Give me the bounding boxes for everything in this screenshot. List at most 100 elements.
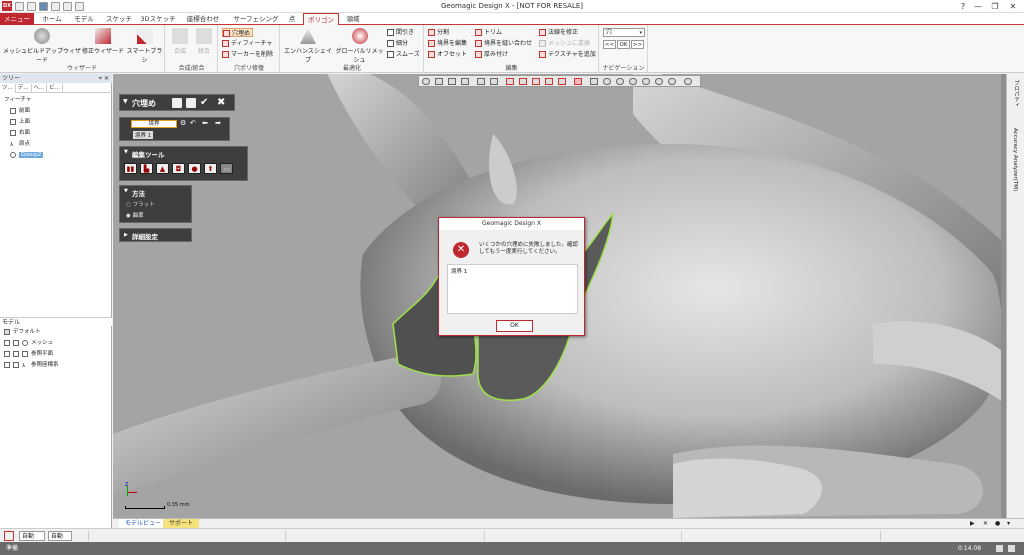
select-all-icon[interactable] bbox=[574, 78, 582, 85]
view-orient-icon[interactable] bbox=[422, 78, 430, 85]
details-section[interactable]: ▶ 詳細設定 bbox=[119, 228, 192, 242]
tab-point[interactable]: 点 bbox=[284, 13, 300, 25]
properties-tab[interactable]: プロパティ bbox=[1012, 80, 1020, 108]
split-button[interactable]: 分割 bbox=[428, 28, 449, 37]
model-item-ref-planes[interactable]: 参照平面 bbox=[4, 350, 53, 359]
offset-button[interactable]: オフセット bbox=[428, 50, 467, 59]
checkbox-icon[interactable] bbox=[13, 361, 19, 368]
model-item-mesh[interactable]: メッシュ bbox=[4, 339, 53, 348]
edit-tool-bridge-icon[interactable]: ▮▮ bbox=[124, 163, 137, 174]
method-curvature-radio[interactable]: ◉ 曲率 bbox=[126, 211, 144, 219]
confirm-icon[interactable]: ✔ bbox=[200, 97, 212, 109]
expand-icon[interactable] bbox=[4, 361, 10, 368]
select-brush-icon[interactable] bbox=[545, 78, 553, 85]
display-mode-icon[interactable] bbox=[603, 78, 611, 85]
tab-home[interactable]: ホーム bbox=[38, 13, 66, 25]
tab-surfacing[interactable]: サーフェシング bbox=[230, 13, 282, 25]
tree-item-top-plane[interactable]: 上面 bbox=[10, 118, 30, 127]
convert-to-mesh-button[interactable]: メッシュに変換 bbox=[539, 39, 590, 48]
zoom-fit-icon[interactable] bbox=[642, 78, 650, 85]
tab-region[interactable]: 領域 bbox=[342, 13, 364, 25]
dialog-ok-button[interactable]: OK bbox=[496, 320, 533, 332]
view-top-icon[interactable] bbox=[461, 78, 469, 85]
select-rect-icon[interactable] bbox=[519, 78, 527, 85]
close-tab-icon[interactable]: ✕ bbox=[983, 520, 988, 527]
tree-tab-tree[interactable]: ツ... bbox=[0, 84, 16, 93]
thicken-button[interactable]: 厚み付け bbox=[475, 50, 508, 59]
tab-3d-sketch[interactable]: 3Dスケッチ bbox=[140, 13, 176, 25]
view-box-icon[interactable] bbox=[435, 78, 443, 85]
tree-item-group2[interactable]: Group2 bbox=[10, 151, 44, 160]
filter-icon[interactable] bbox=[629, 78, 637, 85]
edit-boundaries-button[interactable]: 境界を編集 bbox=[428, 39, 467, 48]
remove-markers-button[interactable]: マーカーを削除 bbox=[222, 50, 273, 59]
checkbox-icon[interactable] bbox=[13, 350, 19, 357]
tree-tab-data[interactable]: デ... bbox=[16, 84, 32, 93]
close-button[interactable]: ✕ bbox=[1006, 1, 1020, 12]
tab-alignment[interactable]: 座標合わせ bbox=[182, 13, 224, 25]
tab-sketch[interactable]: スケッチ bbox=[102, 13, 136, 25]
lighting-icon[interactable] bbox=[655, 78, 663, 85]
selection-filter-select[interactable]: 自動 bbox=[48, 531, 72, 541]
method-flat-radio[interactable]: ○ フラット bbox=[126, 200, 155, 208]
mesh-buildup-wizard-button[interactable]: メッシュビルドアップウィザード bbox=[3, 28, 81, 64]
checkbox-icon[interactable] bbox=[13, 339, 19, 346]
cancel-icon[interactable]: ✖ bbox=[217, 97, 229, 109]
edit-tool-drop-icon[interactable]: ● bbox=[188, 163, 201, 174]
add-texture-button[interactable]: テクスチャを追加 bbox=[539, 50, 596, 59]
arrow-left-icon[interactable]: ⬅ bbox=[202, 119, 208, 127]
decimate-button[interactable]: 間引き bbox=[387, 28, 414, 37]
accuracy-analyzer-tab[interactable]: Accuracy Analyzer(TM) bbox=[1012, 128, 1018, 191]
select-poly-icon[interactable] bbox=[506, 78, 514, 85]
tree-tab-help[interactable]: ヘ... bbox=[32, 84, 48, 93]
edit-tool-image-icon[interactable]: ▭ bbox=[220, 163, 233, 174]
menu-dropdown-icon[interactable]: ▾ bbox=[1007, 520, 1010, 527]
dialog-detail-box[interactable]: 境界 1 bbox=[447, 264, 578, 314]
navigation-select[interactable]: 穴 ▾ bbox=[603, 28, 645, 37]
nav-ok-button[interactable]: OK bbox=[617, 40, 630, 49]
repair-wizard-button[interactable]: 修正ウィザード bbox=[82, 28, 124, 55]
lock-icon[interactable] bbox=[172, 98, 182, 108]
model-item-default[interactable]: デフォルト bbox=[4, 328, 41, 337]
tree-item-right-plane[interactable]: 右面 bbox=[10, 129, 30, 138]
edit-tool-island-icon[interactable]: ◘ bbox=[172, 163, 185, 174]
edit-tool-triangle-icon[interactable]: ▲ bbox=[156, 163, 169, 174]
measure-icon[interactable] bbox=[590, 78, 598, 85]
undo-icon[interactable]: ↶ bbox=[190, 119, 196, 127]
select-circle-icon[interactable] bbox=[532, 78, 540, 85]
preview-icon[interactable] bbox=[186, 98, 196, 108]
stitch-boundaries-button[interactable]: 境界を縫い合わせ bbox=[475, 39, 532, 48]
section-expand-icon[interactable]: ▼ bbox=[124, 149, 128, 155]
minimize-button[interactable]: — bbox=[971, 1, 985, 12]
record-icon[interactable]: ● bbox=[995, 520, 1000, 527]
tree-item-origin[interactable]: ⅄ 原点 bbox=[10, 140, 30, 149]
model-item-ref-coords[interactable]: ⅄ 参照座標系 bbox=[4, 361, 59, 370]
boundary-value[interactable]: 境界 1 bbox=[133, 131, 154, 139]
tree-tab-view[interactable]: ビ... bbox=[47, 84, 63, 93]
visibility-icon[interactable] bbox=[616, 78, 624, 85]
panel-collapse-icon[interactable]: ▼ bbox=[123, 98, 128, 105]
maximize-button[interactable]: ❐ bbox=[988, 1, 1002, 12]
combine-button[interactable]: 合成 bbox=[169, 28, 191, 55]
fix-normals-button[interactable]: 法線を修正 bbox=[539, 28, 578, 37]
smart-brush-button[interactable]: スマートブラシ bbox=[125, 28, 164, 64]
section-expand-icon[interactable]: ▼ bbox=[124, 188, 128, 194]
subdivide-button[interactable]: 細分 bbox=[387, 39, 408, 48]
select-lasso-icon[interactable] bbox=[558, 78, 566, 85]
smooth-button[interactable]: スムーズ bbox=[387, 50, 420, 59]
arrow-right-icon[interactable]: ➡ bbox=[215, 119, 221, 127]
camera-icon[interactable] bbox=[668, 78, 676, 85]
merge-button[interactable]: 統合 bbox=[193, 28, 215, 55]
expand-icon[interactable] bbox=[4, 339, 10, 346]
selection-mode-select[interactable]: 自動 bbox=[19, 531, 45, 541]
nav-next-button[interactable]: >> bbox=[631, 40, 644, 49]
select-filter-icon[interactable] bbox=[4, 531, 14, 541]
global-remesh-button[interactable]: グローバルリメッシュ bbox=[333, 28, 386, 64]
gear-icon[interactable]: ⚙ bbox=[180, 119, 186, 127]
enhance-shape-button[interactable]: エンハンスシェイプ bbox=[283, 28, 333, 64]
fill-holes-button[interactable]: 穴埋め bbox=[222, 28, 254, 37]
view-right-icon[interactable] bbox=[477, 78, 485, 85]
tab-model[interactable]: モデル bbox=[70, 13, 98, 25]
scroll-right-icon[interactable]: ▶ bbox=[970, 520, 975, 527]
nav-prev-button[interactable]: << bbox=[603, 40, 616, 49]
